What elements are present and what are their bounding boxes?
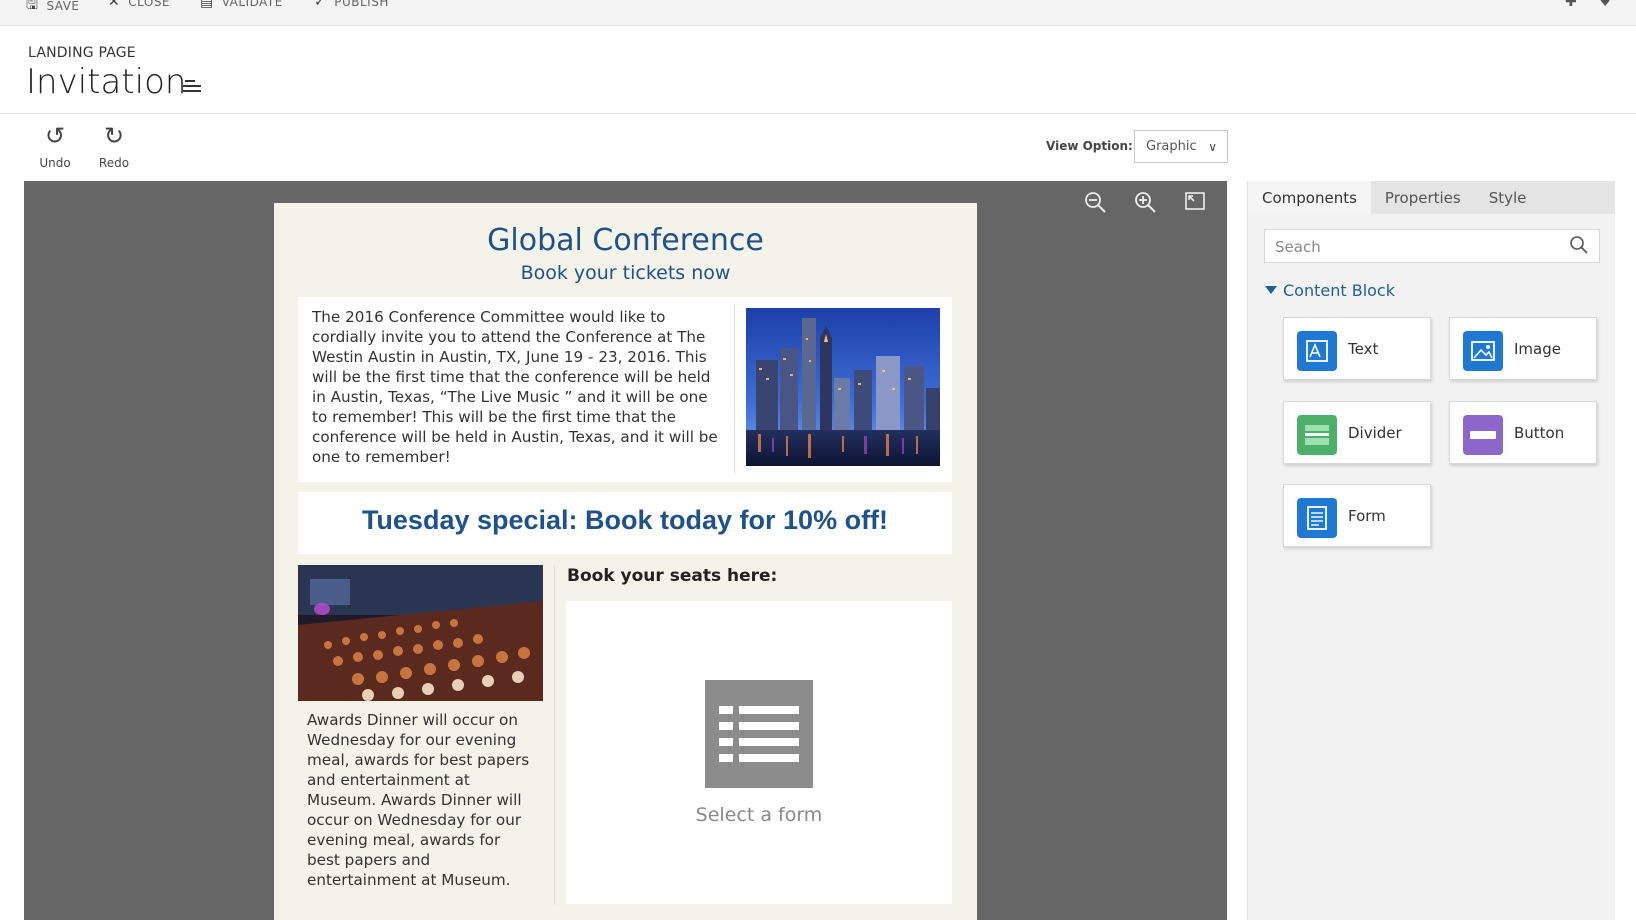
header-divider [0, 113, 1636, 114]
view-option-label: View Option: [1046, 139, 1133, 153]
zoom-in-icon[interactable] [1133, 190, 1157, 219]
page-subheadline[interactable]: Book your tickets now [274, 262, 977, 284]
redo-button[interactable]: ↻ Redo [89, 122, 139, 170]
panel-tabs: Components Properties Style [1248, 181, 1615, 214]
publish-icon: ✓ [314, 0, 327, 10]
tab-properties[interactable]: Properties [1371, 181, 1475, 214]
page-title: Invitation [26, 62, 187, 102]
undo-button[interactable]: ↺ Undo [30, 122, 80, 170]
component-image[interactable]: Image [1449, 317, 1597, 380]
collapse-triangle-icon [1265, 286, 1277, 294]
divider-icon [1297, 415, 1337, 455]
component-search-input[interactable]: Seach [1264, 229, 1600, 263]
intro-text[interactable]: The 2016 Conference Committee would like… [312, 307, 722, 467]
validate-icon: ▤ [200, 0, 214, 10]
promo-banner[interactable]: Tuesday special: Book today for 10% off! [298, 492, 952, 554]
tab-style[interactable]: Style [1475, 181, 1541, 214]
component-button[interactable]: Button [1449, 401, 1597, 464]
image-icon [1463, 331, 1503, 371]
component-divider[interactable]: Divider [1283, 401, 1431, 464]
zoom-out-icon[interactable] [1083, 190, 1107, 219]
form-icon [705, 680, 813, 788]
awards-dinner-text[interactable]: Awards Dinner will occur on Wednesday fo… [307, 710, 532, 890]
city-skyline-image[interactable] [746, 308, 940, 466]
command-bar: 🖫 SAVE ✕ CLOSE ▤ VALIDATE ✓ PUBLISH ✚ ♥ [0, 0, 1636, 26]
publish-command[interactable]: ✓ PUBLISH [314, 0, 389, 10]
form-placeholder[interactable]: Select a form [566, 601, 952, 904]
text-icon [1297, 331, 1337, 371]
redo-icon: ↻ [103, 122, 125, 150]
save-command[interactable]: 🖫 SAVE [26, 0, 80, 18]
auditorium-image[interactable] [298, 565, 543, 701]
view-option-select[interactable]: Graphic ∨ [1134, 130, 1228, 163]
column-divider [734, 305, 735, 473]
page-headline[interactable]: Global Conference [274, 223, 977, 258]
component-text[interactable]: Text [1283, 317, 1431, 380]
chevron-down-icon[interactable]: ♥ [1599, 0, 1612, 10]
close-icon: ✕ [108, 0, 121, 10]
seats-heading[interactable]: Book your seats here: [567, 566, 777, 586]
intro-section[interactable]: The 2016 Conference Committee would like… [298, 297, 952, 482]
tab-components[interactable]: Components [1248, 181, 1371, 214]
pin-icon[interactable]: ✚ [1565, 0, 1577, 10]
form-selector-icon[interactable] [183, 80, 203, 94]
form-icon [1297, 498, 1337, 538]
validate-command[interactable]: ▤ VALIDATE [200, 0, 283, 10]
content-block-section-toggle[interactable]: Content Block [1265, 281, 1395, 300]
component-form[interactable]: Form [1283, 484, 1431, 547]
column-divider [554, 565, 555, 905]
button-icon [1463, 415, 1503, 455]
search-icon[interactable] [1569, 235, 1589, 260]
save-icon: 🖫 [26, 0, 39, 13]
landing-page-preview: Global Conference Book your tickets now … [274, 203, 977, 920]
close-command[interactable]: ✕ CLOSE [108, 0, 170, 10]
entity-label: LANDING PAGE [28, 45, 136, 61]
fit-to-screen-icon[interactable] [1184, 190, 1206, 217]
chevron-down-icon: ∨ [1208, 140, 1217, 154]
undo-icon: ↺ [44, 122, 66, 150]
select-form-label: Select a form [695, 804, 823, 826]
